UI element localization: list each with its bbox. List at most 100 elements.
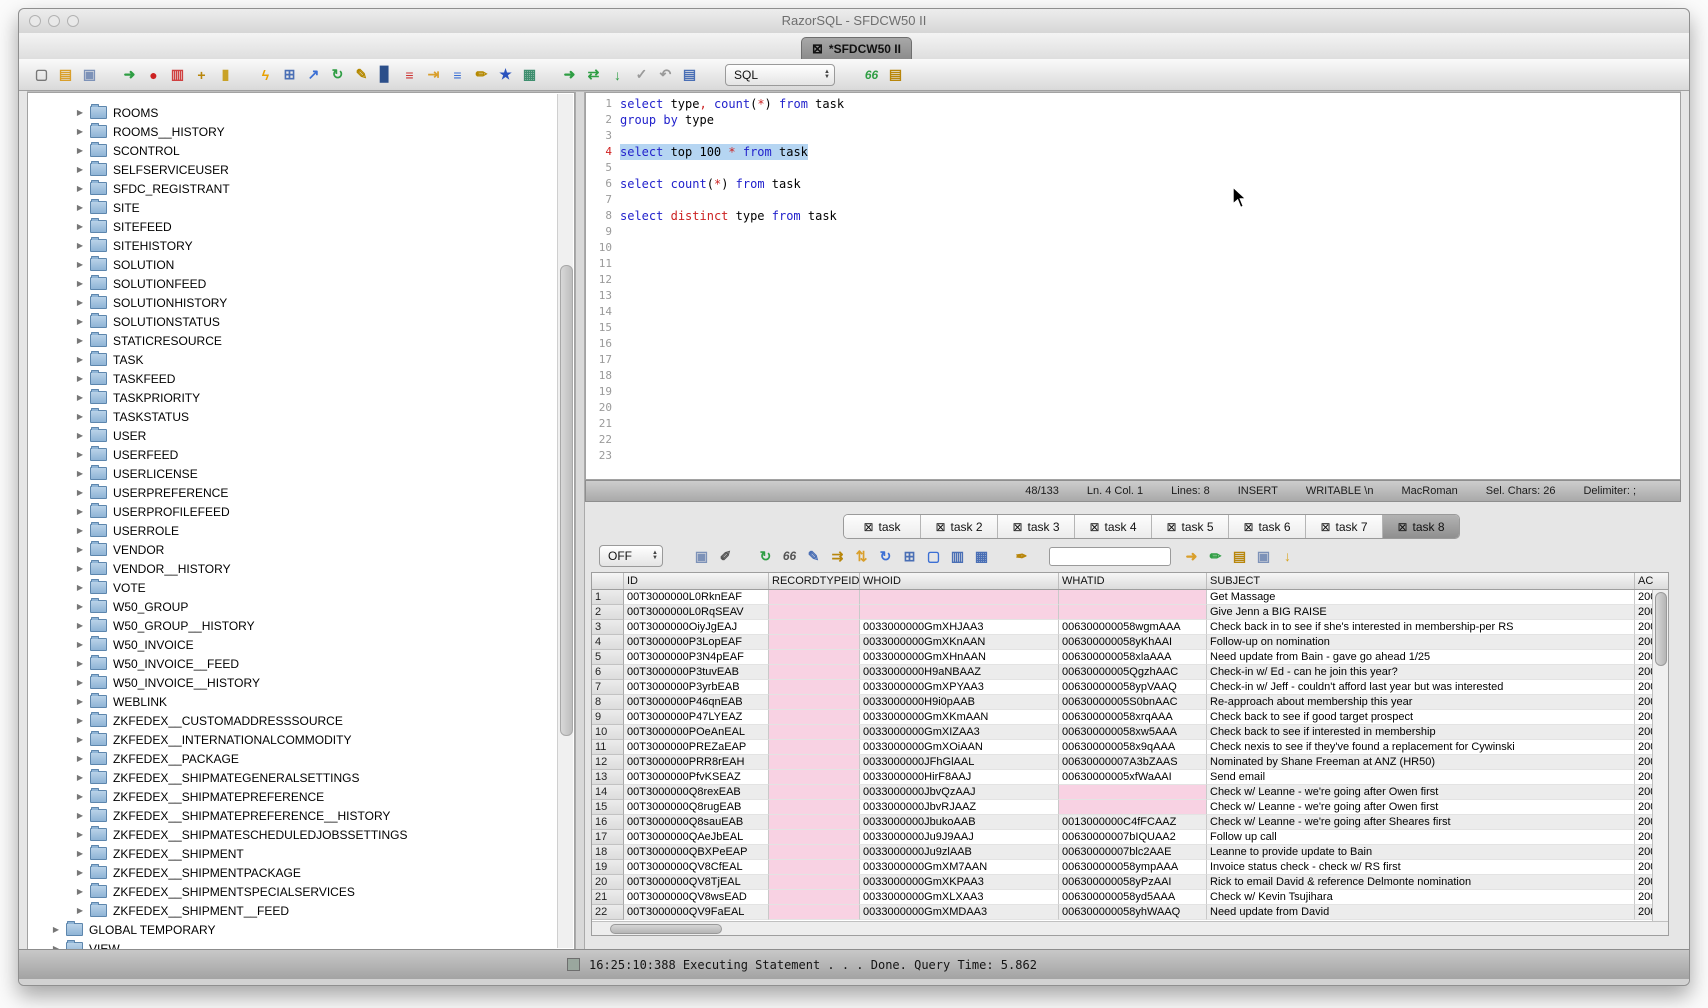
table-row[interactable]: 300T3000000OiyJgEAJ0033000000GmXHJAA3006… bbox=[592, 620, 1668, 635]
sidebar-item-zkfedex__shipmatepreference[interactable]: ▶ZKFEDEX__SHIPMATEPREFERENCE bbox=[28, 787, 558, 806]
table-vscroll-thumb[interactable] bbox=[1655, 592, 1667, 666]
disclosure-triangle-icon[interactable]: ▶ bbox=[74, 773, 86, 782]
table-cell[interactable]: 006300000058ympAAA bbox=[1059, 860, 1207, 875]
result-tab-task-5[interactable]: ⊠task 5 bbox=[1152, 515, 1229, 538]
row-limit-select[interactable]: OFF ▲▼ bbox=[599, 545, 663, 567]
statement-type-select[interactable]: SQL ▲▼ bbox=[725, 64, 835, 86]
table-cell[interactable]: 00T3000000QV9FaEAL bbox=[624, 905, 769, 920]
table-row[interactable]: 400T3000000P3LopEAF0033000000GmXKnAAN006… bbox=[592, 635, 1668, 650]
table-cell[interactable]: Check-in w/ Jeff - couldn't afford last … bbox=[1207, 680, 1635, 695]
table-cell[interactable] bbox=[769, 800, 860, 815]
query-results-icon[interactable]: ▤ bbox=[885, 65, 906, 85]
table-cell[interactable]: 00T3000000P3N4pEAF bbox=[624, 650, 769, 665]
edit-cell-icon[interactable]: ✎ bbox=[803, 546, 824, 566]
table-row[interactable]: 800T3000000P46qnEAB0033000000H9i0pAAB006… bbox=[592, 695, 1668, 710]
table-cell[interactable]: 006300000058yPzAAI bbox=[1059, 875, 1207, 890]
table-cell[interactable]: 00T3000000QBXPeEAP bbox=[624, 845, 769, 860]
close-result-tab-icon[interactable]: ⊠ bbox=[1089, 520, 1099, 534]
table-cell[interactable]: 00T3000000PREZaEAP bbox=[624, 740, 769, 755]
table-hscroll-thumb[interactable] bbox=[610, 924, 722, 934]
table-cell[interactable]: 0033000000JbukoAAB bbox=[860, 815, 1059, 830]
format-pencil-icon[interactable]: ✏ bbox=[471, 65, 492, 85]
result-tab-task-7[interactable]: ⊠task 7 bbox=[1306, 515, 1383, 538]
sidebar-item-taskpriority[interactable]: ▶TASKPRIORITY bbox=[28, 388, 558, 407]
table-row[interactable]: 1300T3000000PfvKSEAZ0033000000HirF8AAJ00… bbox=[592, 770, 1668, 785]
sidebar-item-user[interactable]: ▶USER bbox=[28, 426, 558, 445]
refresh-results-icon[interactable]: ↻ bbox=[755, 546, 776, 566]
editor-line[interactable]: 23 bbox=[586, 448, 1680, 464]
result-tab-task-6[interactable]: ⊠task 6 bbox=[1229, 515, 1306, 538]
database-browser-tree[interactable]: ▶ROOMS▶ROOMS__HISTORY▶SCONTROL▶SELFSERVI… bbox=[27, 92, 575, 950]
disclosure-triangle-icon[interactable]: ▶ bbox=[74, 849, 86, 858]
table-cell[interactable]: 00630000005QgzhAAC bbox=[1059, 665, 1207, 680]
table-cell[interactable]: 006300000058ypVAAQ bbox=[1059, 680, 1207, 695]
table-cell[interactable]: 00T3000000P3yrbEAB bbox=[624, 680, 769, 695]
sidebar-item-scontrol[interactable]: ▶SCONTROL bbox=[28, 141, 558, 160]
table-cell[interactable] bbox=[1059, 590, 1207, 605]
table-cell[interactable]: 006300000058yKhAAI bbox=[1059, 635, 1207, 650]
sidebar-item-selfserviceuser[interactable]: ▶SELFSERVICEUSER bbox=[28, 160, 558, 179]
table-cell[interactable]: Check w/ Leanne - we're going after Shea… bbox=[1207, 815, 1635, 830]
sidebar-item-w50_invoice__feed[interactable]: ▶W50_INVOICE__FEED bbox=[28, 654, 558, 673]
disclosure-triangle-icon[interactable]: ▶ bbox=[74, 792, 86, 801]
editor-line[interactable]: 20 bbox=[586, 400, 1680, 416]
save-table-icon[interactable]: ▣ bbox=[1253, 546, 1274, 566]
close-result-tab-icon[interactable]: ⊠ bbox=[1397, 520, 1407, 534]
log-document-icon[interactable]: ▤ bbox=[679, 65, 700, 85]
table-cell[interactable]: Check back to see if interested in membe… bbox=[1207, 725, 1635, 740]
table-cell[interactable]: 00T3000000P3LopEAF bbox=[624, 635, 769, 650]
table-cell[interactable] bbox=[860, 605, 1059, 620]
editor-line[interactable]: 10 bbox=[586, 240, 1680, 256]
disclosure-triangle-icon[interactable]: ▶ bbox=[74, 393, 86, 402]
disclosure-triangle-icon[interactable]: ▶ bbox=[74, 260, 86, 269]
disclosure-triangle-icon[interactable]: ▶ bbox=[74, 754, 86, 763]
table-cell[interactable]: 00T3000000Q8sauEAB bbox=[624, 815, 769, 830]
table-cell[interactable]: Follow-up on nomination bbox=[1207, 635, 1635, 650]
table-row[interactable]: 100T3000000L0RknEAFGet Massage200 bbox=[592, 590, 1668, 605]
sidebar-item-solutionhistory[interactable]: ▶SOLUTIONHISTORY bbox=[28, 293, 558, 312]
editor-line[interactable]: 6select count(*) from task bbox=[586, 176, 1680, 192]
sidebar-item-zkfedex__shipment[interactable]: ▶ZKFEDEX__SHIPMENT bbox=[28, 844, 558, 863]
table-cell[interactable]: 00T3000000POeAnEAL bbox=[624, 725, 769, 740]
sidebar-item-zkfedex__customaddresssource[interactable]: ▶ZKFEDEX__CUSTOMADDRESSSOURCE bbox=[28, 711, 558, 730]
sidebar-item-vendor[interactable]: ▶VENDOR bbox=[28, 540, 558, 559]
editor-line[interactable]: 11 bbox=[586, 256, 1680, 272]
commit-check-icon[interactable]: ✓ bbox=[631, 65, 652, 85]
editor-line[interactable]: 2group by type bbox=[586, 112, 1680, 128]
disclosure-triangle-icon[interactable]: ▶ bbox=[74, 127, 86, 136]
editor-line[interactable]: 17 bbox=[586, 352, 1680, 368]
table-cell[interactable]: 00T3000000OiyJgEAJ bbox=[624, 620, 769, 635]
new-document-icon[interactable]: ▢ bbox=[31, 65, 52, 85]
editor-line[interactable]: 14 bbox=[586, 304, 1680, 320]
disclosure-triangle-icon[interactable]: ▶ bbox=[74, 678, 86, 687]
table-cell[interactable] bbox=[769, 785, 860, 800]
editor-line[interactable]: 5 bbox=[586, 160, 1680, 176]
sidebar-item-w50_group__history[interactable]: ▶W50_GROUP__HISTORY bbox=[28, 616, 558, 635]
sidebar-item-zkfedex__shipmatescheduledjobssettings[interactable]: ▶ZKFEDEX__SHIPMATESCHEDULEDJOBSSETTINGS bbox=[28, 825, 558, 844]
table-cell[interactable]: 00630000007bIQUAA2 bbox=[1059, 830, 1207, 845]
result-tab-task[interactable]: ⊠task bbox=[844, 515, 921, 538]
table-cell[interactable]: 00T3000000P3tuvEAB bbox=[624, 665, 769, 680]
table-row[interactable]: 1000T3000000POeAnEAL0033000000GmXIZAA300… bbox=[592, 725, 1668, 740]
table-cell[interactable]: 00630000007A3bZAAS bbox=[1059, 755, 1207, 770]
open-file-icon[interactable]: ▤ bbox=[55, 65, 76, 85]
editor-line[interactable]: 1select type, count(*) from task bbox=[586, 96, 1680, 112]
table-cell[interactable]: 00T3000000P46qnEAB bbox=[624, 695, 769, 710]
table-row[interactable]: 600T3000000P3tuvEAB0033000000H9aNBAAZ006… bbox=[592, 665, 1668, 680]
export-down-icon[interactable]: ↓ bbox=[1277, 546, 1298, 566]
disclosure-triangle-icon[interactable]: ▶ bbox=[74, 716, 86, 725]
table-cell[interactable]: Check nexis to see if they've found a re… bbox=[1207, 740, 1635, 755]
table-cell[interactable] bbox=[769, 635, 860, 650]
disclosure-triangle-icon[interactable]: ▶ bbox=[74, 583, 86, 592]
editor-line[interactable]: 13 bbox=[586, 288, 1680, 304]
table-cell[interactable]: Check w/ Leanne - we're going after Owen… bbox=[1207, 800, 1635, 815]
table-cell[interactable]: 00630000005xfWaAAI bbox=[1059, 770, 1207, 785]
table-cell[interactable]: Check-in w/ Ed - can he join this year? bbox=[1207, 665, 1635, 680]
indent-icon[interactable]: ⇥ bbox=[423, 65, 444, 85]
sidebar-item-rooms[interactable]: ▶ROOMS bbox=[28, 103, 558, 122]
new-connection-icon[interactable]: + bbox=[191, 65, 212, 85]
sidebar-item-site[interactable]: ▶SITE bbox=[28, 198, 558, 217]
table-cell[interactable] bbox=[769, 905, 860, 920]
sidebar-item-taskfeed[interactable]: ▶TASKFEED bbox=[28, 369, 558, 388]
editor-line[interactable]: 3 bbox=[586, 128, 1680, 144]
